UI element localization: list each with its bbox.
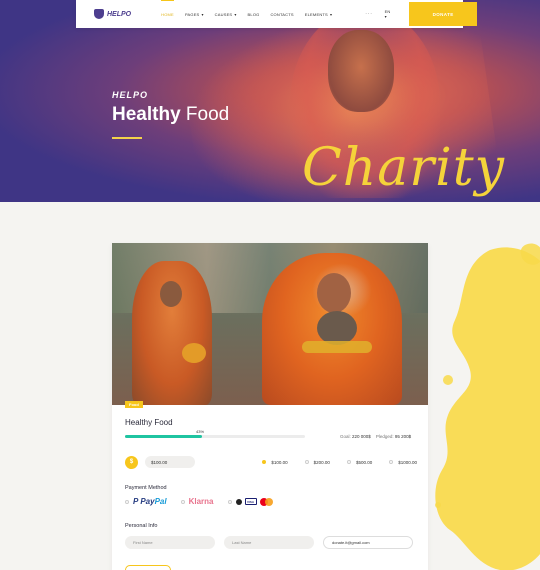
main-nav: HOME PAGES ▾ CAUSES ▾ BLOG CONTACTS ELEMEN… (161, 0, 343, 17)
hand-logo-icon (94, 9, 104, 19)
last-name-field[interactable] (224, 536, 314, 549)
language-selector[interactable]: EN ▾ (385, 9, 393, 19)
donate-submit-button[interactable] (125, 565, 171, 570)
campaign-photo (112, 243, 428, 405)
payment-method-title: Payment Method (125, 485, 167, 491)
preset-1000[interactable]: $1000.00 (389, 460, 417, 465)
amount-input[interactable] (145, 456, 195, 468)
page-title: Healthy Food (112, 104, 230, 125)
nav-item-pages[interactable]: PAGES ▾ (185, 12, 204, 17)
radio-icon[interactable] (346, 460, 351, 464)
preset-200[interactable]: $200.00 (304, 460, 330, 465)
dollar-icon: $ (125, 455, 138, 469)
payment-options: P PayPal Klarna VISA (125, 497, 287, 506)
top-navbar: HELPO HOME PAGES ▾ CAUSES ▾ BLOG CONTACTS … (76, 0, 478, 28)
mastercard-icon (259, 497, 273, 506)
hero-photo-face (328, 30, 394, 112)
header-actions: ··· EN ▾ DONATE (365, 2, 478, 26)
progress-fill (125, 435, 203, 438)
nav-item-contacts[interactable]: CONTACTS (270, 12, 293, 17)
klarna-logo: Klarna (188, 497, 214, 506)
preset-500[interactable]: $500.00 (346, 460, 372, 465)
paypal-option[interactable]: P PayPal (125, 497, 167, 506)
donate-button[interactable]: DONATE (409, 2, 478, 26)
amount-presets: $100.00 $200.00 $500.00 $1000.00 (262, 460, 417, 465)
paypal-logo: PayPal (140, 497, 167, 506)
nav-item-causes[interactable]: CAUSES ▾ (215, 12, 237, 17)
preset-100[interactable]: $100.00 (262, 460, 288, 465)
logo-text: HELPO (107, 10, 132, 18)
nav-item-blog[interactable]: BLOG (248, 12, 260, 17)
radio-icon[interactable] (125, 499, 129, 504)
title-underline (112, 137, 142, 139)
radio-icon[interactable] (389, 460, 394, 464)
card-option[interactable]: VISA (227, 497, 273, 506)
card-logos: VISA (235, 497, 273, 506)
personal-info-title: Personal Info (125, 523, 158, 529)
hero-banner: HELPO Healthy Food Charity (0, 0, 540, 202)
radio-icon[interactable] (227, 499, 232, 504)
card-generic-icon (235, 498, 242, 505)
chevron-down-icon: ▾ (384, 14, 387, 19)
radio-icon[interactable] (180, 499, 185, 504)
more-icon[interactable]: ··· (365, 11, 373, 17)
nav-item-home[interactable]: HOME (161, 0, 174, 17)
category-badge[interactable]: Food (125, 401, 143, 408)
first-name-field[interactable] (125, 536, 215, 549)
chevron-down-icon: ▾ (201, 11, 204, 17)
donation-amount-row: $ $100.00 $200.00 $500.00 $1000.00 (125, 455, 417, 469)
klarna-option[interactable]: Klarna (180, 497, 214, 506)
nav-item-elements[interactable]: ELEMENTS ▾ (305, 12, 332, 17)
hero-brand: HELPO (112, 90, 149, 100)
visa-icon: VISA (244, 498, 257, 505)
campaign-card: Food Healthy Food 43% Goal: 220 000$ Ple… (112, 243, 428, 570)
yellow-paint-splash (435, 243, 540, 570)
personal-info-fields (125, 536, 413, 549)
goal-pledged: Goal: 220 000$ Pledged: 95 200$ (340, 434, 412, 439)
radio-icon[interactable] (304, 460, 309, 464)
email-field[interactable] (323, 536, 413, 549)
hero-script-text: Charity (302, 138, 506, 198)
paypal-icon: P (133, 497, 139, 506)
logo[interactable]: HELPO (94, 9, 131, 19)
radio-icon[interactable] (262, 460, 267, 464)
progress-percent: 43% (196, 429, 205, 434)
progress-bar (125, 435, 305, 438)
chevron-down-icon: ▾ (234, 11, 237, 17)
chevron-down-icon: ▾ (329, 11, 333, 17)
campaign-title: Healthy Food (125, 418, 173, 427)
